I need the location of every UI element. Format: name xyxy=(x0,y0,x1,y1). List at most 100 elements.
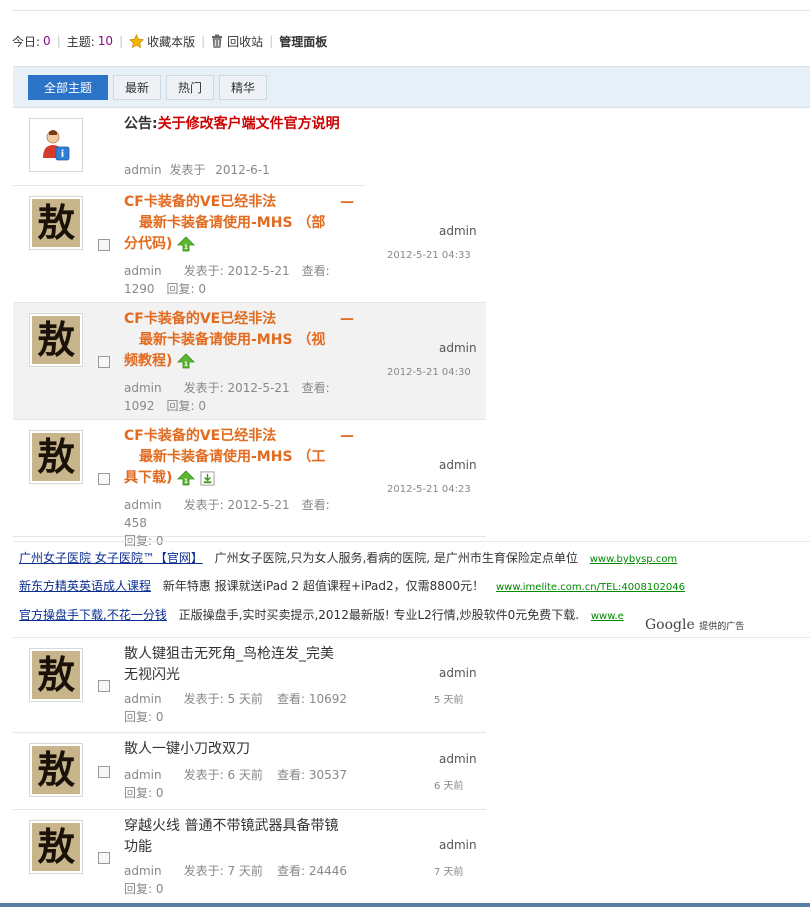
announcement-title[interactable]: 公告:关于修改客户端文件官方说明 xyxy=(124,114,354,135)
ad-link[interactable]: 广州女子医院 女子医院™【官网】 xyxy=(19,551,203,565)
tab-latest[interactable]: 最新 xyxy=(113,75,161,100)
thread-select-checkbox[interactable] xyxy=(98,852,110,864)
ad-item: 官方操盘手下载,不花一分钱 正版操盘手,实时买卖提示,2012最新版! 专业L2… xyxy=(19,606,624,626)
ad-item: 广州女子医院 女子医院™【官网】 广州女子医院,只为女人服务,看病的医院, 是广… xyxy=(19,549,677,569)
thread-row: 敖 散人一键小刀改双刀 admin 发表于: 6 天前 查看: 30537 回复: … xyxy=(13,733,486,810)
svg-text:1: 1 xyxy=(184,478,188,485)
avatar[interactable]: 敖 xyxy=(29,196,83,250)
tab-all-topics[interactable]: 全部主题 xyxy=(28,75,108,100)
up-arrow-icon: 1 xyxy=(177,470,196,486)
favorite-board-label: 收藏本版 xyxy=(147,34,196,49)
user-info-icon: i xyxy=(43,130,70,161)
thread-row: 敖 CF卡装备的VE已经非法 — 最新卡装备请使用-MHS （部 分代码) 1 a… xyxy=(13,186,486,303)
last-post-time[interactable]: 6 天前 xyxy=(434,777,464,792)
thread-row: 敖 CF卡装备的VE已经非法 — 最新卡装备请使用-MHS （工 具下载) 1 a… xyxy=(13,420,486,548)
ad-url[interactable]: www.imelite.com.cn/TEL:4008102046 xyxy=(496,582,685,593)
thread-title[interactable]: CF卡装备的VE已经非法 — 最新卡装备请使用-MHS （部 分代码) 1 xyxy=(124,192,354,255)
thread-meta: admin 发表于: 6 天前 查看: 30537 回复: 0 xyxy=(124,768,347,800)
google-ads-badge[interactable]: Google 提供的广告 xyxy=(643,617,745,633)
thread-author[interactable]: admin xyxy=(124,381,162,395)
thread-select-checkbox[interactable] xyxy=(98,473,110,485)
avatar[interactable]: 敖 xyxy=(29,743,83,797)
announcement-author[interactable]: admin xyxy=(124,163,162,177)
avatar[interactable]: 敖 xyxy=(29,648,83,702)
announcement-row: i 公告:关于修改客户端文件官方说明 admin 发表于 2012-6-1 xyxy=(13,108,365,186)
svg-text:i: i xyxy=(61,149,64,160)
forum-stats-bar: 今日: 0 | 主题: 10 | 收藏本版 | 回收站 | 管理面板 xyxy=(12,31,327,51)
ad-url[interactable]: www.e xyxy=(591,611,624,622)
announcement-date: 2012-6-1 xyxy=(215,163,270,177)
thread-meta: admin 发表于: 7 天前 查看: 24446 回复: 0 xyxy=(124,864,347,896)
trash-icon xyxy=(212,34,223,48)
up-arrow-icon: 1 xyxy=(177,353,196,369)
divider: | xyxy=(269,34,274,48)
thread-select-checkbox[interactable] xyxy=(98,766,110,778)
svg-text:1: 1 xyxy=(184,244,188,251)
last-post-time[interactable]: 7 天前 xyxy=(434,863,464,878)
thread-filter-tabs: 全部主题 最新 热门 精华 xyxy=(13,66,810,108)
tab-hot[interactable]: 热门 xyxy=(166,75,214,100)
last-post-time[interactable]: 5 天前 xyxy=(434,691,464,706)
thread-meta: admin 发表于: 5 天前 查看: 10692 回复: 0 xyxy=(124,692,347,724)
today-count: 0 xyxy=(43,34,51,48)
divider: | xyxy=(201,34,206,48)
avatar[interactable]: 敖 xyxy=(29,820,83,874)
announcement-link[interactable]: 关于修改客户端文件官方说明 xyxy=(158,116,340,132)
last-post-time[interactable]: 2012-5-21 04:30 xyxy=(387,367,471,378)
google-logo: Google xyxy=(645,617,695,633)
ad-text: 广州女子医院,只为女人服务,看病的医院, 是广州市生育保险定点单位 xyxy=(214,551,578,565)
topics-label: 主题: xyxy=(66,34,95,49)
thread-title[interactable]: CF卡装备的VE已经非法 — 最新卡装备请使用-MHS （工 具下载) 1 xyxy=(124,426,354,489)
last-post-author[interactable]: admin xyxy=(439,341,477,355)
ad-text: 新年特惠 报课就送iPad 2 超值课程+iPad2，仅需8800元！ xyxy=(162,579,485,593)
avatar[interactable]: 敖 xyxy=(29,313,83,367)
thread-row: 敖 CF卡装备的VE已经非法 — 最新卡装备请使用-MHS （视 频教程) 1 a… xyxy=(13,303,486,420)
window-bottom-edge xyxy=(0,903,810,907)
thread-author[interactable]: admin xyxy=(124,264,162,278)
attachment-icon xyxy=(200,470,215,486)
ad-text: 正版操盘手,实时买卖提示,2012最新版! 专业L2行情,炒股软件0元免费下载. xyxy=(178,608,580,622)
thread-row: 敖 穿越火线 普通不带镜武器具备带镜 功能 admin 发表于: 7 天前 查看: … xyxy=(13,810,486,903)
last-post-time[interactable]: 2012-5-21 04:23 xyxy=(387,484,471,495)
ad-url[interactable]: www.bybysp.com xyxy=(590,554,677,565)
favorite-board-button[interactable]: 收藏本版 xyxy=(129,33,195,50)
ad-link[interactable]: 新东方精英英语成人课程 xyxy=(19,579,151,593)
thread-meta: admin 发表于: 2012-5-21 查看: 1092 回复: 0 xyxy=(124,381,330,413)
admin-panel-link[interactable]: 管理面板 xyxy=(279,33,327,50)
last-post-author[interactable]: admin xyxy=(439,224,477,238)
divider: | xyxy=(119,34,124,48)
tab-digest[interactable]: 精华 xyxy=(219,75,267,100)
last-post-author[interactable]: admin xyxy=(439,458,477,472)
thread-title[interactable]: 穿越火线 普通不带镜武器具备带镜 功能 xyxy=(124,816,354,858)
topics-count: 10 xyxy=(97,34,114,48)
announcement-icon: i xyxy=(29,118,83,172)
announcement-prefix: 公告: xyxy=(124,116,158,132)
ads-by-label: 提供的广告 xyxy=(699,622,745,632)
today-label: 今日: xyxy=(12,34,41,49)
ad-link[interactable]: 官方操盘手下载,不花一分钱 xyxy=(19,608,167,622)
thread-author[interactable]: admin xyxy=(124,498,162,512)
avatar[interactable]: 敖 xyxy=(29,430,83,484)
svg-text:1: 1 xyxy=(184,361,188,368)
thread-title[interactable]: 散人一键小刀改双刀 xyxy=(124,739,354,760)
thread-title[interactable]: 散人键狙击无死角_鸟枪连发_完美 无视闪光 xyxy=(124,644,354,686)
thread-author[interactable]: admin xyxy=(124,692,162,706)
thread-author[interactable]: admin xyxy=(124,768,162,782)
thread-title[interactable]: CF卡装备的VE已经非法 — 最新卡装备请使用-MHS （视 频教程) 1 xyxy=(124,309,354,372)
recycle-bin-button[interactable]: 回收站 xyxy=(211,33,263,50)
thread-select-checkbox[interactable] xyxy=(98,680,110,692)
thread-author[interactable]: admin xyxy=(124,864,162,878)
announcement-meta: admin 发表于 2012-6-1 xyxy=(124,161,354,179)
thread-meta: admin 发表于: 2012-5-21 查看: 1290 回复: 0 xyxy=(124,264,330,296)
ad-item: 新东方精英英语成人课程 新年特惠 报课就送iPad 2 超值课程+iPad2，仅… xyxy=(19,577,685,597)
star-icon xyxy=(129,33,145,48)
last-post-author[interactable]: admin xyxy=(439,752,477,766)
top-divider xyxy=(12,10,810,11)
last-post-author[interactable]: admin xyxy=(439,666,477,680)
thread-select-checkbox[interactable] xyxy=(98,356,110,368)
posted-label: 发表于 xyxy=(169,163,206,177)
last-post-time[interactable]: 2012-5-21 04:33 xyxy=(387,250,471,261)
thread-select-checkbox[interactable] xyxy=(98,239,110,251)
last-post-author[interactable]: admin xyxy=(439,838,477,852)
thread-row: 敖 散人键狙击无死角_鸟枪连发_完美 无视闪光 admin 发表于: 5 天前 查看… xyxy=(13,638,486,733)
